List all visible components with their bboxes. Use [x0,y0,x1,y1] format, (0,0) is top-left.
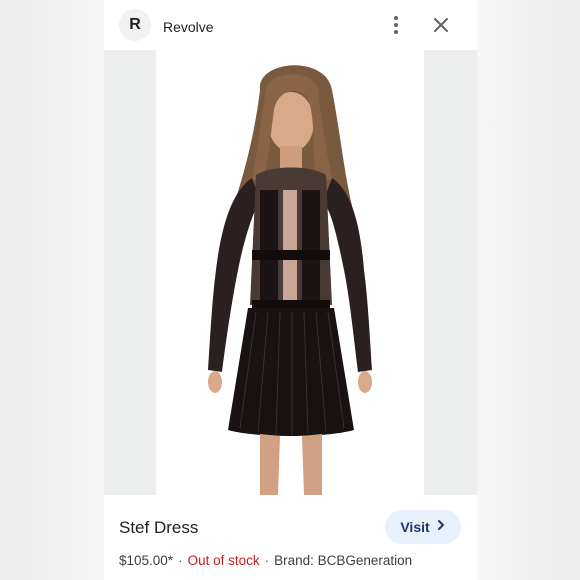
product-title[interactable]: Stef Dress [119,518,198,538]
stock-status: Out of stock [187,553,260,568]
more-vert-icon[interactable] [388,14,404,36]
product-meta: $105.00* · Out of stock · Brand: BCBGenerati… [119,553,412,568]
meta-separator: · [264,553,270,568]
source-avatar[interactable]: R [119,9,151,41]
source-name[interactable]: Revolve [163,19,214,35]
close-icon[interactable] [430,14,452,36]
product-photo-illustration [156,50,424,495]
visit-button-label: Visit [400,519,430,535]
chevron-right-icon [436,518,446,536]
source-avatar-letter: R [129,16,141,33]
meta-separator: · [178,553,183,568]
visit-button[interactable]: Visit [385,510,461,544]
preview-header: R Revolve [104,0,477,50]
product-preview-card: R Revolve Stef Dress Visit $105.00* · Ou… [104,0,477,580]
product-photo[interactable] [156,50,424,495]
product-brand: Brand: BCBGeneration [274,553,413,568]
product-price: $105.00* [119,553,174,568]
product-image-area [104,50,477,495]
